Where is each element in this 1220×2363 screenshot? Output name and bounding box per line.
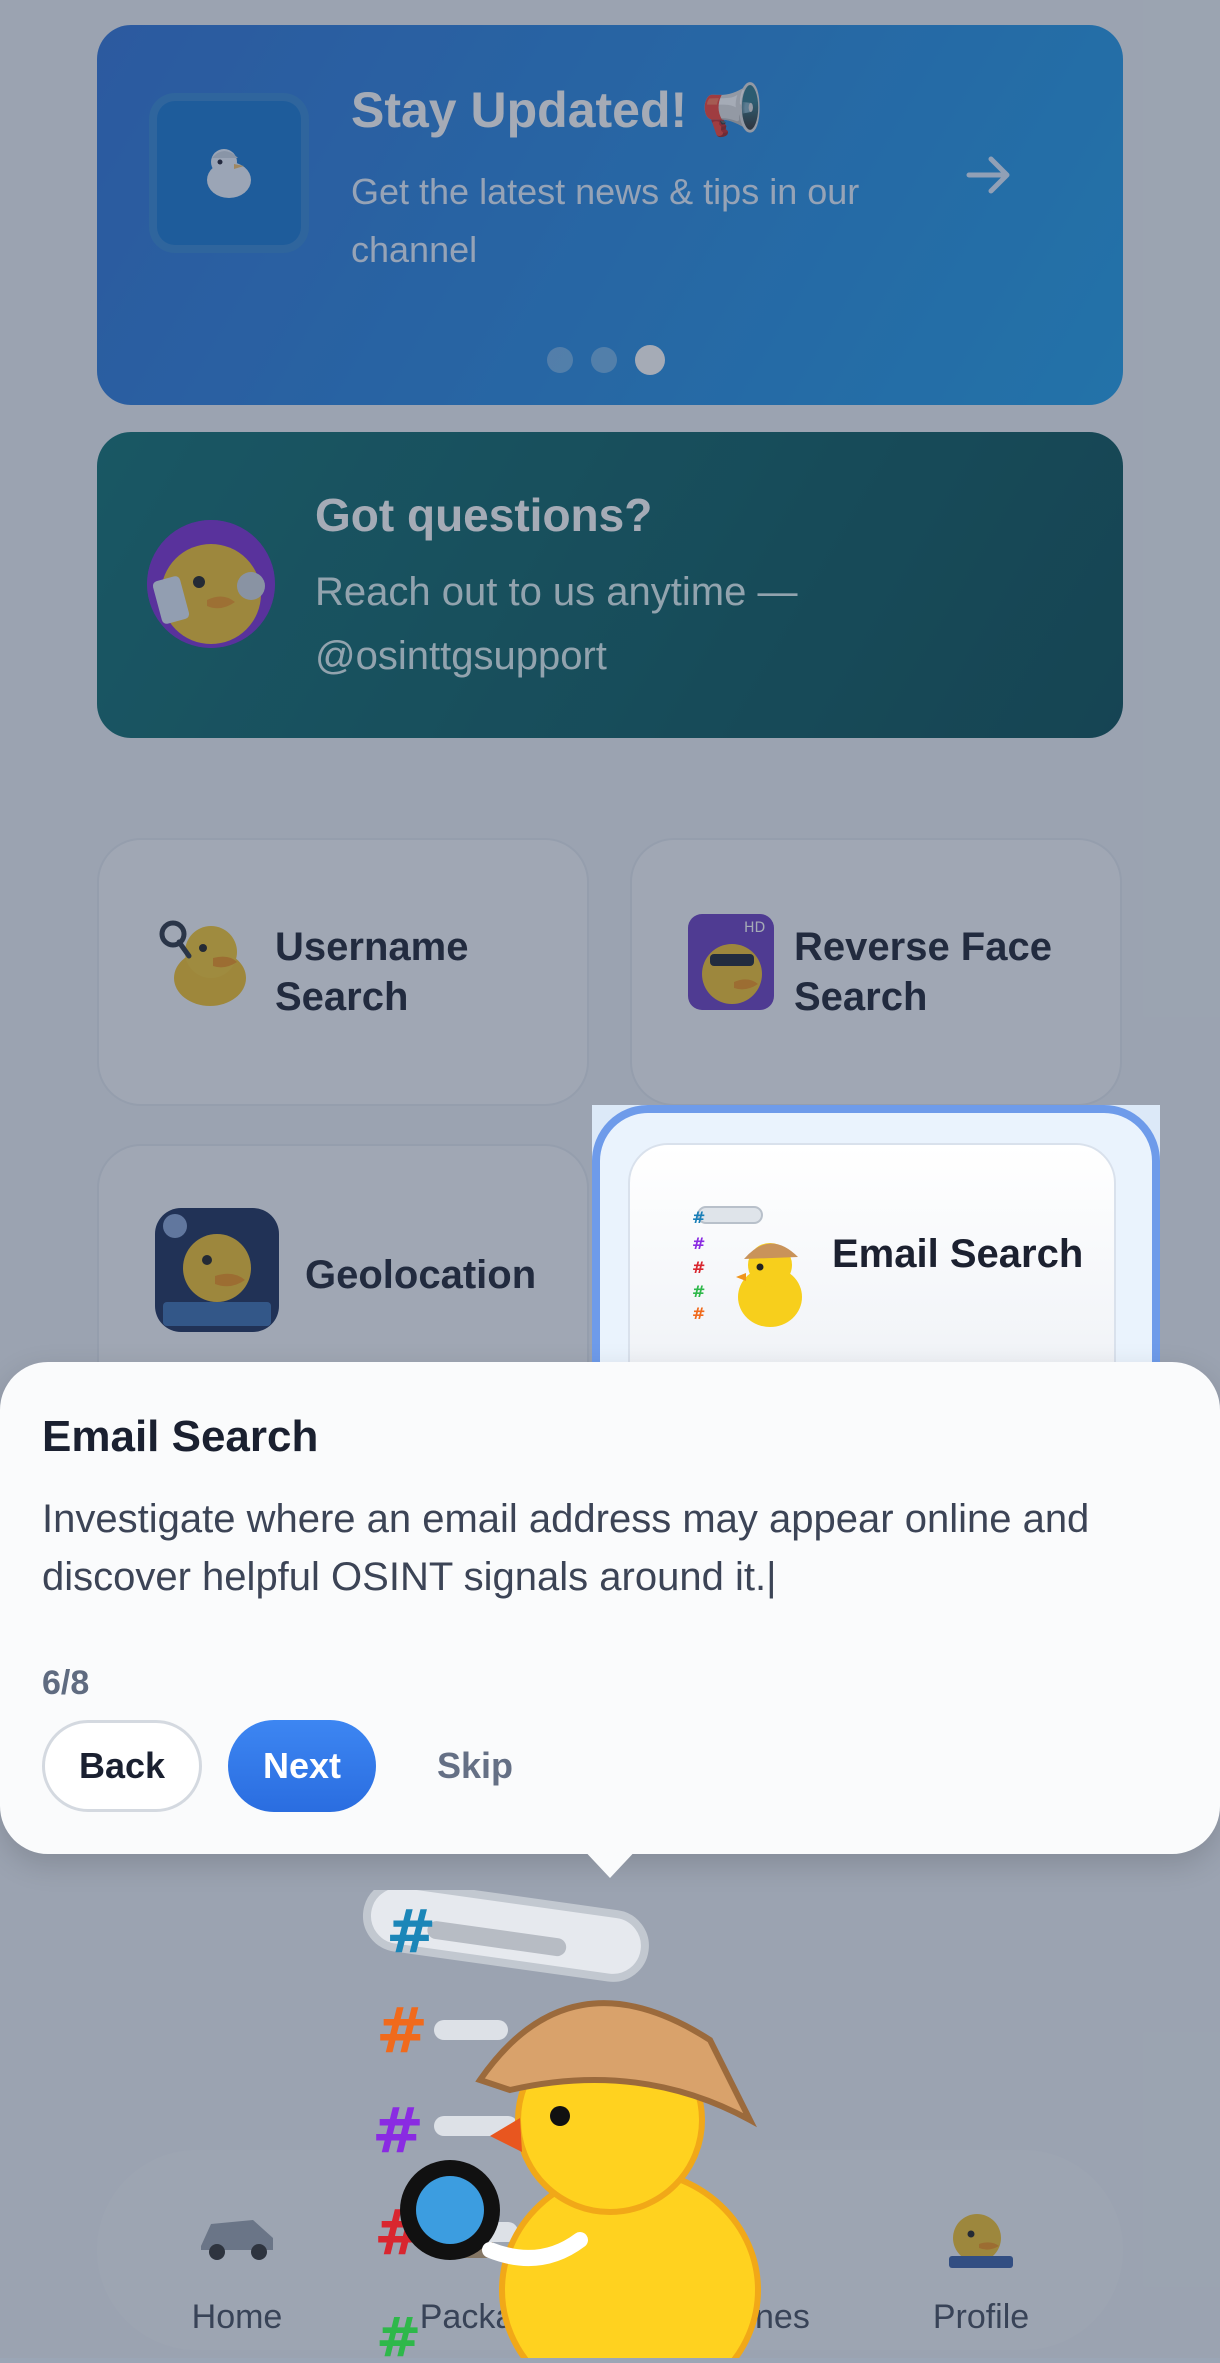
- skip-button[interactable]: Skip: [420, 1720, 530, 1812]
- svg-text:#: #: [386, 1897, 436, 1967]
- tool-label: Email Search: [832, 1232, 1084, 1276]
- tooltip-step-counter: 6/8: [42, 1664, 90, 1702]
- detective-duck-illustration: # # # # #: [340, 1879, 840, 2363]
- svg-text:#: #: [376, 2306, 421, 2358]
- next-button[interactable]: Next: [228, 1720, 376, 1812]
- tooltip-body: Investigate where an email address may a…: [42, 1497, 1090, 1599]
- svg-text:#: #: [692, 1258, 705, 1277]
- svg-text:#: #: [372, 2094, 424, 2167]
- svg-text:#: #: [692, 1282, 705, 1301]
- tooltip-title: Email Search: [42, 1412, 319, 1461]
- svg-text:#: #: [692, 1208, 705, 1227]
- back-button[interactable]: Back: [42, 1720, 202, 1812]
- tooltip-pointer: [580, 1846, 640, 1878]
- svg-text:#: #: [692, 1304, 705, 1323]
- svg-text:#: #: [692, 1234, 705, 1253]
- svg-text:#: #: [376, 1994, 428, 2067]
- duck-detective-hashtag-icon: # # # # #: [688, 1205, 812, 1340]
